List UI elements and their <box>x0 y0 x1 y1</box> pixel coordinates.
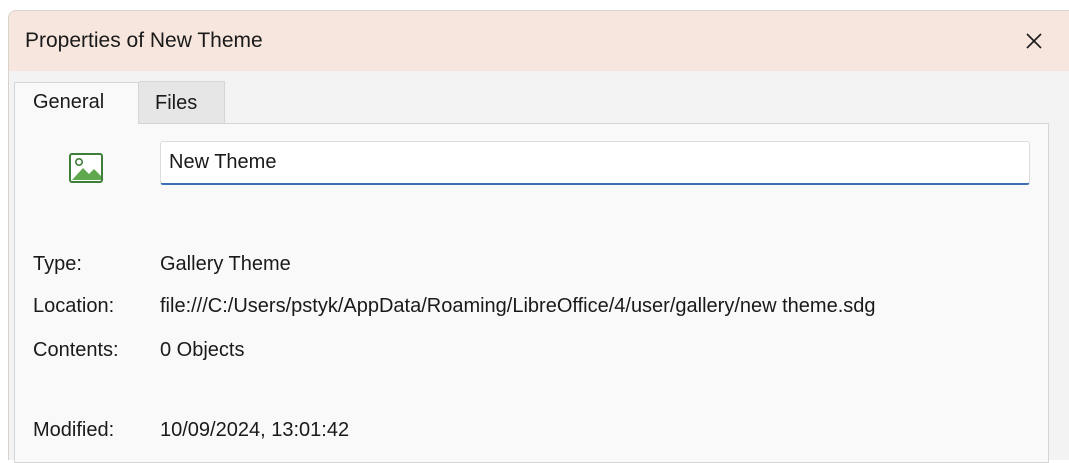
dialog-title: Properties of New Theme <box>25 29 263 52</box>
theme-name-input[interactable] <box>160 141 1030 185</box>
close-icon <box>1026 33 1042 49</box>
title-bar[interactable]: Properties of New Theme <box>9 11 1069 71</box>
modified-value: 10/09/2024, 13:01:42 <box>160 419 350 441</box>
location-value: file:///C:/Users/pstyk/AppData/Roaming/L… <box>160 295 876 317</box>
gallery-image-icon <box>69 153 103 183</box>
contents-value: 0 Objects <box>160 339 245 361</box>
close-button[interactable] <box>1009 19 1059 63</box>
type-value: Gallery Theme <box>160 253 291 275</box>
type-label: Type: <box>33 253 82 275</box>
location-label: Location: <box>33 295 115 317</box>
contents-label: Contents: <box>33 339 119 361</box>
modified-label: Modified: <box>33 419 115 441</box>
tab-files[interactable]: Files <box>139 81 225 123</box>
tab-general[interactable]: General <box>14 82 139 124</box>
